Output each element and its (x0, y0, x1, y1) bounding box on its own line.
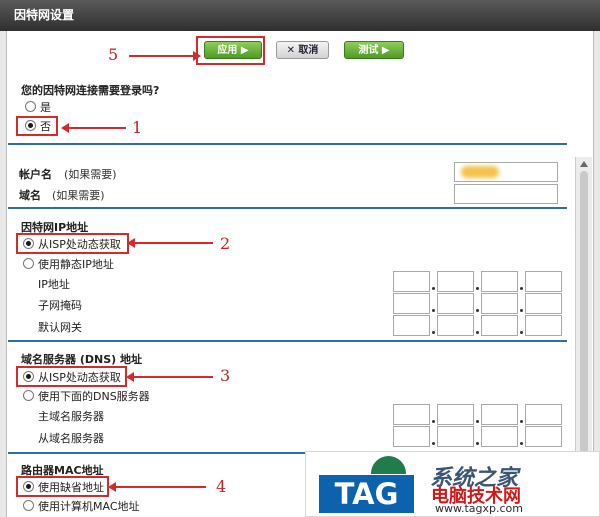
secondary-dns-label: 从域名服务器 (38, 432, 104, 445)
window-title: 因特网设置 (0, 0, 600, 31)
section-divider (8, 207, 567, 209)
ip-dynamic-radio[interactable] (23, 238, 34, 249)
vertical-scrollbar[interactable] (575, 157, 592, 471)
domain-field[interactable] (454, 184, 558, 204)
callout-arrow-4 (108, 482, 206, 492)
ip-static-label: 使用静态IP地址 (38, 258, 114, 271)
ip-address-label: IP地址 (38, 278, 70, 291)
cancel-button[interactable]: ✕ 取消 (276, 41, 329, 59)
subnet-octet-field[interactable] (437, 293, 474, 314)
username-label: 帐户名 (19, 168, 52, 181)
mac-computer-label: 使用计算机MAC地址 (38, 500, 140, 513)
primary-dns-octet-field[interactable] (393, 404, 430, 425)
domain-note: (如果需要) (52, 189, 105, 202)
subnet-octet-field[interactable] (393, 293, 430, 314)
callout-arrow-5 (129, 55, 194, 57)
login-yes-label: 是 (40, 101, 51, 114)
secondary-dns-octet-field[interactable] (393, 426, 430, 447)
primary-dns-label: 主域名服务器 (38, 410, 104, 423)
triangle-up-icon[interactable] (580, 161, 588, 167)
login-no-radio[interactable] (25, 120, 36, 131)
ip-octet-field[interactable] (393, 271, 430, 292)
callout-arrow-2 (127, 238, 213, 248)
subnet-octet-field[interactable] (525, 293, 562, 314)
callout-number-5: 5 (108, 45, 119, 64)
ip-octet-field[interactable] (437, 271, 474, 292)
dns-dynamic-label: 从ISP处动态获取 (38, 371, 121, 384)
section-divider (8, 340, 567, 342)
secondary-dns-octet-field[interactable] (437, 426, 474, 447)
login-no-label: 否 (40, 120, 51, 133)
gateway-octet-field[interactable] (393, 315, 430, 336)
mac-default-label: 使用缺省地址 (38, 481, 104, 494)
scrollbar-thumb[interactable] (580, 171, 588, 453)
ip-dynamic-label: 从ISP处动态获取 (38, 238, 121, 251)
redacted-username (461, 166, 499, 178)
default-gateway-label: 默认网关 (38, 321, 82, 334)
dns-manual-label: 使用下面的DNS服务器 (38, 390, 150, 403)
secondary-dns-octet-field[interactable] (525, 426, 562, 447)
username-note: (如果需要) (64, 168, 117, 181)
subnet-mask-label: 子网掩码 (38, 299, 82, 312)
login-yes-radio[interactable] (25, 101, 36, 112)
apply-callout-box (196, 36, 265, 65)
ip-octet-field[interactable] (481, 271, 518, 292)
callout-number-2: 2 (220, 234, 231, 253)
primary-dns-octet-field[interactable] (481, 404, 518, 425)
callout-number-3: 3 (220, 366, 231, 385)
ip-static-radio[interactable] (23, 258, 34, 269)
mac-computer-radio[interactable] (23, 500, 34, 511)
callout-arrow-1 (61, 123, 126, 133)
login-question: 您的因特网连接需要登录吗? (21, 84, 160, 97)
gateway-octet-field[interactable] (481, 315, 518, 336)
globe-icon (371, 456, 406, 474)
subnet-octet-field[interactable] (481, 293, 518, 314)
dns-dynamic-radio[interactable] (23, 371, 34, 382)
watermark: 系统之家 TAG 电脑技术网 www.tagxp.com (305, 451, 600, 517)
secondary-dns-octet-field[interactable] (481, 426, 518, 447)
callout-arrow-3 (126, 372, 213, 382)
ip-octet-field[interactable] (525, 271, 562, 292)
callout-number-1: 1 (132, 118, 143, 137)
gateway-octet-field[interactable] (437, 315, 474, 336)
section-divider (8, 143, 567, 145)
primary-dns-octet-field[interactable] (437, 404, 474, 425)
domain-label: 域名 (19, 189, 41, 202)
test-button[interactable]: 测试 ▶ (344, 41, 404, 59)
callout-number-4: 4 (216, 477, 227, 496)
dns-section-title: 域名服务器 (DNS) 地址 (21, 353, 142, 366)
mac-default-radio[interactable] (23, 481, 34, 492)
watermark-tag: TAG (319, 475, 414, 513)
dns-manual-radio[interactable] (23, 390, 34, 401)
gateway-octet-field[interactable] (525, 315, 562, 336)
watermark-url: www.tagxp.com (435, 502, 523, 515)
primary-dns-octet-field[interactable] (525, 404, 562, 425)
login-no-callout-box (16, 116, 58, 136)
